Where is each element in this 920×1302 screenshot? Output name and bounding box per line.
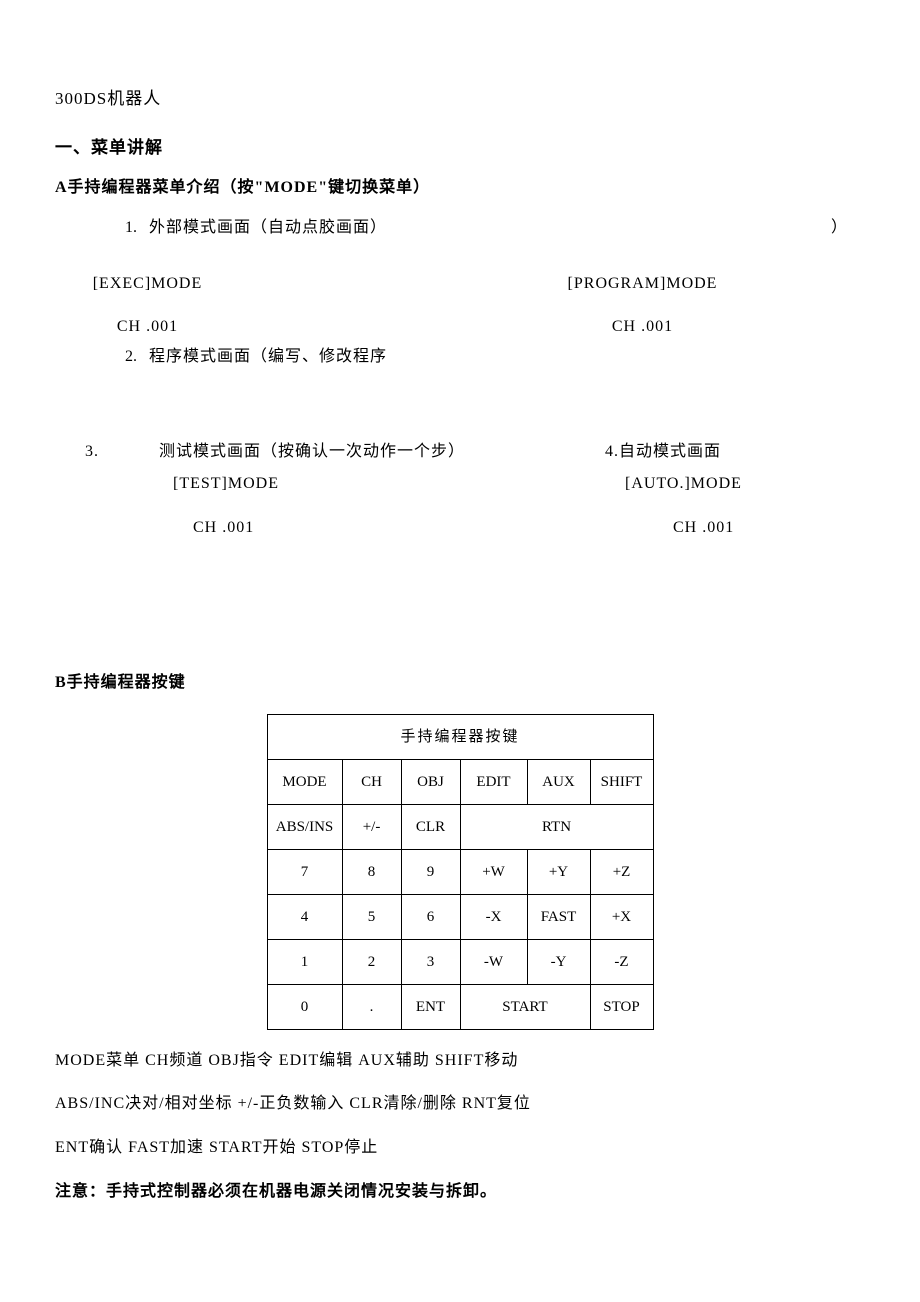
key-0: 0 — [267, 984, 342, 1029]
key-1: 1 — [267, 939, 342, 984]
item3-num: 3. — [85, 443, 99, 460]
key-5: 5 — [342, 894, 401, 939]
sectionA-heading: A手持编程器菜单介绍（按"MODE"键切换菜单） — [55, 175, 865, 201]
key-obj: OBJ — [401, 759, 460, 804]
key-ch: CH — [342, 759, 401, 804]
key-plus-z: +Z — [590, 849, 653, 894]
key-abs-ins: ABS/INS — [267, 804, 342, 849]
keypad-table: 手持编程器按键 MODE CH OBJ EDIT AUX SHIFT ABS/I… — [267, 714, 654, 1030]
key-mode: MODE — [267, 759, 342, 804]
section1-heading: 一、菜单讲解 — [55, 134, 865, 161]
exec-mode-ch: CH .001 — [55, 314, 460, 340]
key-minus-w: -W — [460, 939, 527, 984]
item2-desc: 程序模式画面（编写、修改程序 — [149, 344, 387, 370]
exec-mode-label: [EXEC]MODE — [55, 271, 460, 297]
key-clr: CLR — [401, 804, 460, 849]
key-aux: AUX — [527, 759, 590, 804]
key-rtn: RTN — [460, 804, 653, 849]
item3-desc: 测试模式画面（按确认一次动作一个步） — [159, 443, 465, 460]
auto-mode-ch: CH .001 — [565, 515, 865, 541]
modes-block-1: 1. 外部模式画面（自动点胶画面） ） [EXEC]MODE CH .001 [… — [55, 215, 865, 369]
key-minus-x: -X — [460, 894, 527, 939]
key-edit: EDIT — [460, 759, 527, 804]
legend-line-1: MODE菜单 CH频道 OBJ指令 EDIT编辑 AUX辅助 SHIFT移动 — [55, 1048, 865, 1074]
item1-stray-paren: ） — [831, 215, 847, 241]
test-mode-ch: CH .001 — [85, 515, 565, 541]
key-9: 9 — [401, 849, 460, 894]
key-plus-w: +W — [460, 849, 527, 894]
doc-title: 300DS机器人 — [55, 85, 865, 112]
legend-line-2: ABS/INC决对/相对坐标 +/-正负数输入 CLR清除/删除 RNT复位 — [55, 1091, 865, 1117]
key-stop: STOP — [590, 984, 653, 1029]
keypad-caption: 手持编程器按键 — [267, 714, 653, 759]
key-ent: ENT — [401, 984, 460, 1029]
key-plus-y: +Y — [527, 849, 590, 894]
key-4: 4 — [267, 894, 342, 939]
item1-desc: 外部模式画面（自动点胶画面） — [149, 215, 387, 241]
key-6: 6 — [401, 894, 460, 939]
key-3: 3 — [401, 939, 460, 984]
key-start: START — [460, 984, 590, 1029]
warning-note: 注意：手持式控制器必须在机器电源关闭情况安装与拆卸。 — [55, 1179, 865, 1205]
sectionB-heading: B手持编程器按键 — [55, 670, 865, 696]
key-plusminus: +/- — [342, 804, 401, 849]
key-minus-z: -Z — [590, 939, 653, 984]
modes-block-2: 3. 测试模式画面（按确认一次动作一个步） [TEST]MODE CH .001… — [55, 439, 865, 540]
item1-num: 1. — [55, 215, 149, 241]
test-mode-label: [TEST]MODE — [85, 471, 565, 497]
item4-label: 4.自动模式画面 — [565, 439, 865, 465]
key-2: 2 — [342, 939, 401, 984]
key-minus-y: -Y — [527, 939, 590, 984]
key-fast: FAST — [527, 894, 590, 939]
legend-line-3: ENT确认 FAST加速 START开始 STOP停止 — [55, 1135, 865, 1161]
key-shift: SHIFT — [590, 759, 653, 804]
key-plus-x: +X — [590, 894, 653, 939]
key-8: 8 — [342, 849, 401, 894]
item2-num: 2. — [55, 344, 149, 370]
program-mode-ch: CH .001 — [460, 314, 865, 340]
auto-mode-label: [AUTO.]MODE — [565, 471, 865, 497]
legend-block: MODE菜单 CH频道 OBJ指令 EDIT编辑 AUX辅助 SHIFT移动 A… — [55, 1048, 865, 1161]
program-mode-label: [PROGRAM]MODE — [460, 271, 865, 297]
key-dot: . — [342, 984, 401, 1029]
key-7: 7 — [267, 849, 342, 894]
